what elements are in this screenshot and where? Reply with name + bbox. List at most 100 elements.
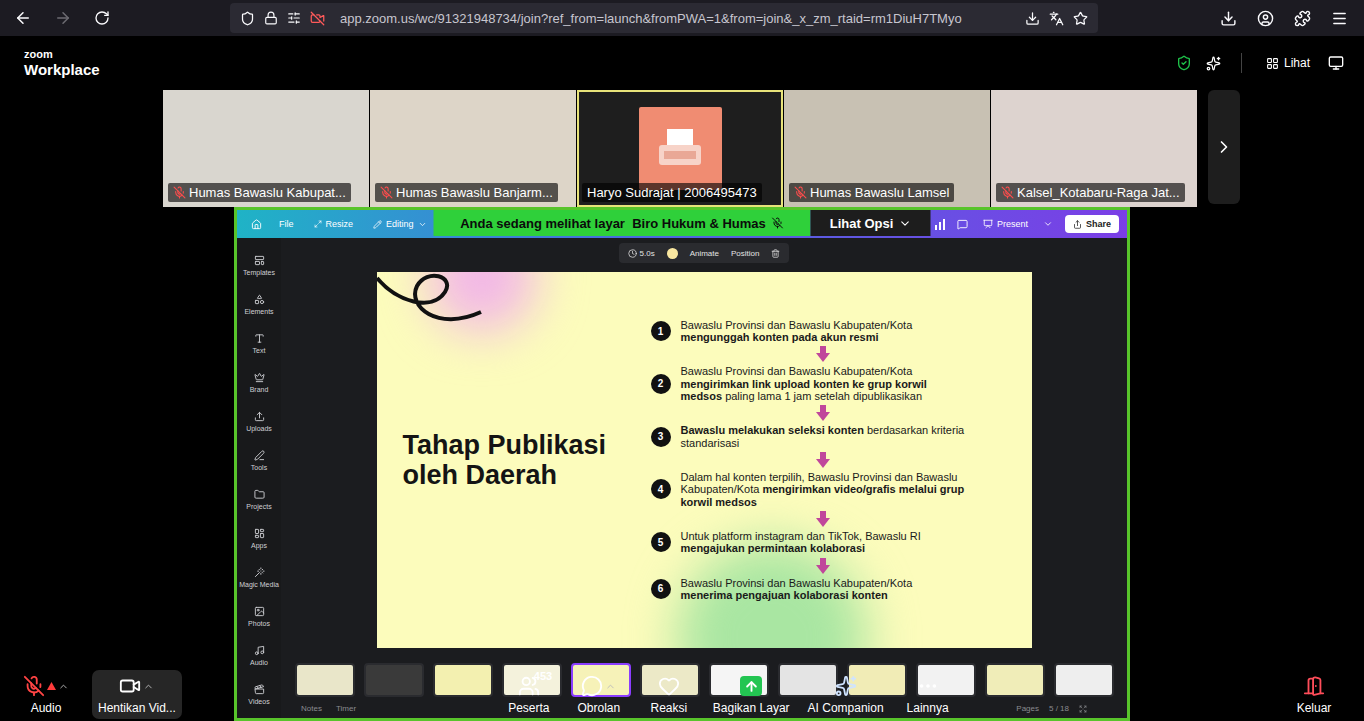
chevron-down-icon xyxy=(418,220,427,229)
page-thumbnail[interactable] xyxy=(1054,663,1114,697)
canva-menu-item[interactable]: Editing xyxy=(370,217,430,231)
page-thumbnail[interactable] xyxy=(985,663,1045,697)
browser-bar: app.zoom.us/wc/91321948734/join?ref_from… xyxy=(0,0,1364,36)
menu-icon[interactable] xyxy=(1331,10,1348,27)
step-number: 3 xyxy=(651,427,671,447)
trash-icon[interactable] xyxy=(771,249,780,258)
sidebar-item[interactable]: Projects xyxy=(237,480,281,519)
participant-tile[interactable]: Kalsel_Kotabaru-Raga Jat... xyxy=(991,90,1197,207)
shield-icon[interactable] xyxy=(240,11,255,26)
position-button[interactable]: Position xyxy=(731,249,759,258)
page-thumbnail[interactable] xyxy=(916,663,976,697)
toolbar-button[interactable]: Bagikan Layar xyxy=(707,670,796,719)
participant-tile[interactable]: Humas Bawaslu Kabupat... xyxy=(163,90,369,207)
toolbar-button[interactable]: Reaksi xyxy=(637,670,701,719)
sidebar-item[interactable]: Text xyxy=(237,324,281,363)
monitor-icon[interactable] xyxy=(1328,55,1344,71)
sidebar-item[interactable]: Uploads xyxy=(237,402,281,441)
share-icon xyxy=(1073,220,1082,229)
page-thumbnail[interactable] xyxy=(847,663,907,697)
view-button[interactable]: Lihat xyxy=(1262,53,1314,73)
sidebar-item[interactable]: Tools xyxy=(237,441,281,480)
comment-icon[interactable] xyxy=(957,219,968,230)
security-icon[interactable] xyxy=(1176,55,1192,71)
back-icon[interactable] xyxy=(14,9,32,27)
animate-button[interactable]: Animate xyxy=(690,249,719,258)
step-number: 5 xyxy=(651,532,671,552)
slide-toolbar: 5.0s Animate Position xyxy=(619,243,790,263)
sidebar-item[interactable]: Templates xyxy=(237,246,281,285)
participant-tile[interactable]: Humas Bawaslu Banjarm... xyxy=(370,90,576,207)
url-text[interactable]: app.zoom.us/wc/91321948734/join?ref_from… xyxy=(340,11,1016,26)
page-thumbnail[interactable] xyxy=(433,663,493,697)
extensions-icon[interactable] xyxy=(1294,10,1311,27)
insights-icon[interactable] xyxy=(934,219,945,230)
present-button[interactable]: Present xyxy=(980,217,1031,231)
participant-name: Humas Bawaslu Banjarm... xyxy=(375,183,558,202)
step-text: Bawaslu Provinsi dan Bawaslu Kabupaten/K… xyxy=(681,319,966,344)
sidebar-item[interactable]: Videos xyxy=(237,675,281,714)
color-swatch[interactable] xyxy=(667,248,678,259)
video-menu-icon[interactable] xyxy=(143,681,154,692)
sidebar-item-icon xyxy=(254,645,265,656)
reload-icon[interactable] xyxy=(94,10,110,26)
leave-button[interactable]: Keluar xyxy=(1282,670,1346,719)
present-menu-icon[interactable] xyxy=(1043,219,1053,229)
video-icon-wrap xyxy=(119,674,154,698)
bookmark-icon[interactable] xyxy=(1073,11,1088,26)
toolbar-icon-wrap xyxy=(581,674,616,698)
sidebar-item[interactable]: Magic Media xyxy=(237,558,281,597)
account-icon[interactable] xyxy=(1257,10,1274,27)
camera-icon[interactable] xyxy=(310,11,325,26)
page-thumbnail[interactable] xyxy=(502,663,562,697)
steps-list: 1Bawaslu Provinsi dan Bawaslu Kabupaten/… xyxy=(651,319,1032,601)
sidebar-item[interactable]: Photos xyxy=(237,597,281,636)
view-options-button[interactable]: Lihat Opsi xyxy=(811,210,931,236)
page-thumbnail[interactable] xyxy=(778,663,838,697)
warning-icon xyxy=(47,682,56,690)
audio-button[interactable]: Audio xyxy=(14,670,78,719)
toolbar-button[interactable]: AI Companion xyxy=(802,670,890,719)
download-icon[interactable] xyxy=(1220,10,1237,27)
url-bar[interactable]: app.zoom.us/wc/91321948734/join?ref_from… xyxy=(230,3,1098,33)
canva-menu-item[interactable]: File xyxy=(276,217,297,231)
toolbar-button[interactable]: 453Peserta xyxy=(497,670,561,719)
step-number: 4 xyxy=(651,479,671,499)
zoom-page: app.zoom.us/wc/91321948734/join?ref_from… xyxy=(0,0,1364,721)
canva-share-button[interactable]: Share xyxy=(1065,215,1119,233)
toolbar-button[interactable]: Obrolan xyxy=(567,670,631,719)
step: 1Bawaslu Provinsi dan Bawaslu Kabupaten/… xyxy=(651,319,1032,344)
fullscreen-icon[interactable] xyxy=(1079,705,1087,713)
step-text: Untuk platform instagram dan TikTok, Baw… xyxy=(681,530,966,555)
grid-icon xyxy=(1266,57,1279,70)
video-button[interactable]: Hentikan Vid... xyxy=(92,670,182,719)
permissions-icon[interactable] xyxy=(287,11,301,25)
sidebar-item[interactable]: Brand xyxy=(237,363,281,402)
translate-icon[interactable] xyxy=(1049,11,1064,26)
chevron-down-icon xyxy=(898,217,911,230)
sidebar-item[interactable]: Elements xyxy=(237,285,281,324)
sidebar-item[interactable]: Apps xyxy=(237,519,281,558)
canva-menu-item[interactable]: Resize xyxy=(311,217,357,231)
duration-button[interactable]: 5.0s xyxy=(628,249,655,258)
sidebar-item[interactable]: Audio xyxy=(237,636,281,675)
toolbar-menu-icon[interactable] xyxy=(605,681,616,692)
install-icon[interactable] xyxy=(1025,11,1040,26)
lock-icon[interactable] xyxy=(264,11,278,25)
slide[interactable]: Tahap Publikasi oleh Daerah1Bawaslu Prov… xyxy=(377,272,1032,648)
forward-icon[interactable] xyxy=(54,9,72,27)
toolbar-button[interactable]: Lainnya xyxy=(896,670,960,719)
page-thumbnail[interactable] xyxy=(364,663,424,697)
participant-tile[interactable]: Humas Bawaslu Lamsel xyxy=(784,90,990,207)
timer-button[interactable]: Timer xyxy=(336,704,356,713)
page-thumbnail[interactable] xyxy=(295,663,355,697)
share-banner: Anda sedang melihat layar Biro Hukum & H… xyxy=(434,210,931,236)
participant-tile[interactable]: Haryo Sudrajat | 2006495473 xyxy=(577,90,783,207)
ai-icon[interactable] xyxy=(1206,56,1221,71)
audio-menu-icon[interactable] xyxy=(58,681,69,692)
step-text: Bawaslu melakukan seleksi konten berdasa… xyxy=(681,424,966,449)
home-icon[interactable] xyxy=(251,219,262,230)
pages-button[interactable]: Pages xyxy=(1016,704,1039,713)
notes-button[interactable]: Notes xyxy=(301,704,322,713)
next-page-button[interactable] xyxy=(1208,90,1240,204)
